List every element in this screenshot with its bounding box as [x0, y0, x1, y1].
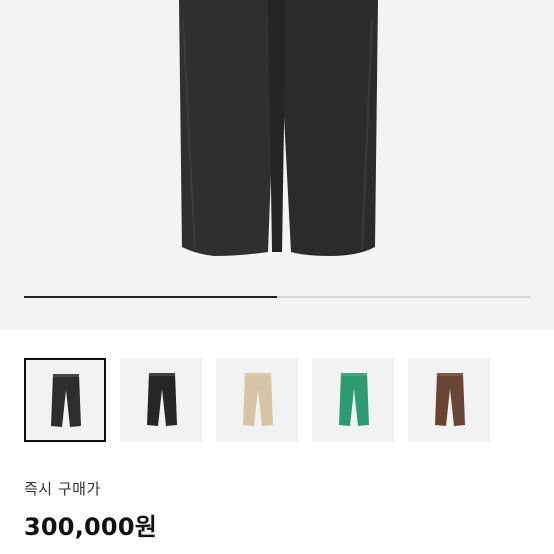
instant-buy-price: 300,000원	[24, 513, 157, 541]
pants-thumbnail-icon	[51, 374, 81, 427]
thumbnail-2[interactable]	[120, 358, 202, 442]
thumbnail-strip	[24, 358, 530, 442]
pants-thumbnail-icon	[435, 373, 465, 426]
pants-thumbnail-icon	[147, 373, 177, 426]
thumbnail-3[interactable]	[216, 358, 298, 442]
gallery-progress-bar	[24, 296, 530, 298]
thumbnail-1[interactable]	[24, 358, 106, 442]
instant-buy-price-label: 즉시 구매가	[24, 480, 101, 498]
gallery-progress-fill	[24, 296, 277, 298]
pants-thumbnail-icon	[243, 373, 273, 426]
product-hero-image[interactable]	[0, 0, 554, 330]
thumbnail-5[interactable]	[408, 358, 490, 442]
pants-main-image	[179, 0, 378, 256]
thumbnail-4[interactable]	[312, 358, 394, 442]
pants-thumbnail-icon	[339, 373, 369, 426]
